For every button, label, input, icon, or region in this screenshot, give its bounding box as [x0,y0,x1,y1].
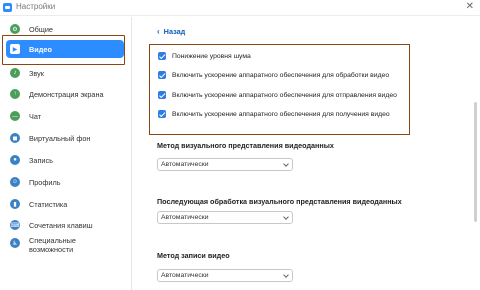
scrollbar[interactable] [474,102,477,222]
back-label: Назад [163,27,186,36]
checkbox-label: Включить ускорение аппаратного обеспечен… [172,110,390,118]
render-method-select[interactable]: Автоматически [157,158,293,171]
checkbox-row[interactable]: Включить ускорение аппаратного обеспечен… [158,91,397,99]
person-background-icon: ◼ [10,133,20,143]
checkbox-row[interactable]: Включить ускорение аппаратного обеспечен… [158,71,389,79]
sidebar-item-label: Чат [29,111,42,121]
chevron-down-icon [283,272,289,278]
select-value: Автоматически [161,272,209,279]
checkbox-label: Включить ускорение аппаратного обеспечен… [172,71,390,79]
sidebar-item-chat[interactable]: … Чат [6,107,124,125]
record-icon: ● [10,155,20,165]
sidebar-item-label: Статистика [29,199,68,209]
video-settings-panel: ‹ Назад Понижение уровня шума Включить у… [133,17,480,290]
checkbox-checked[interactable] [158,52,166,60]
sidebar-item-keyboard-shortcuts[interactable]: ⌨ Сочетания клавиш [6,216,124,234]
capture-method-label: Метод записи видео [157,251,230,260]
chevron-down-icon [283,161,289,167]
zoom-app-icon [3,3,12,12]
checkbox-row[interactable]: Понижение уровня шума [158,52,251,60]
gear-icon: ⚙ [10,24,20,34]
sidebar-item-statistics[interactable]: ▮ Статистика [6,195,124,213]
window-title: Настройки [16,2,56,11]
sidebar-item-audio[interactable]: ♪ Звук [6,64,124,82]
sidebar-item-label: Виртуальный фон [29,133,91,143]
checkbox-label: Включить ускорение аппаратного обеспечен… [172,91,397,99]
sidebar-item-label: Сочетания клавиш [29,220,93,230]
sidebar-item-label: Звук [29,68,44,78]
sidebar-item-accessibility[interactable]: ♿ Специальные возможности [6,235,86,259]
chat-icon: … [10,111,20,121]
close-icon[interactable]: ✕ [466,1,474,13]
accessibility-icon: ♿ [10,238,20,248]
render-method-label: Метод визуального представления видеодан… [157,141,334,150]
keyboard-icon: ⌨ [10,220,20,230]
sidebar-item-label: Специальные возможности [29,236,76,254]
statistics-icon: ▮ [10,199,20,209]
checkbox-label: Понижение уровня шума [172,52,251,60]
checkbox-checked[interactable] [158,110,166,118]
headphones-icon: ♪ [10,68,20,78]
select-value: Автоматически [161,161,209,168]
post-processing-label: Последующая обработка визуального предст… [157,197,402,206]
chevron-left-icon: ‹ [157,27,160,36]
post-processing-select[interactable]: Автоматически [157,211,293,224]
sidebar-item-label: Профиль [29,177,61,187]
checkbox-row[interactable]: Включить ускорение аппаратного обеспечен… [158,110,390,118]
profile-icon: ☺ [10,177,20,187]
screen-share-icon: ↑ [10,89,20,99]
title-bar: Настройки ✕ [0,0,480,16]
settings-window: Настройки ✕ ⚙ Общие ▶ Видео ♪ Звук ↑ Дем… [0,0,480,290]
video-item-highlight [2,35,125,65]
checkbox-checked[interactable] [158,71,166,79]
sidebar-item-virtual-background[interactable]: ◼ Виртуальный фон [6,129,124,147]
sidebar-item-recording[interactable]: ● Запись [6,151,124,169]
back-link[interactable]: ‹ Назад [157,27,185,36]
sidebar-item-label: Демонстрация экрана [29,89,104,99]
sidebar-item-label: Запись [29,155,53,165]
sidebar-item-screen-share[interactable]: ↑ Демонстрация экрана [6,85,124,103]
sidebar-item-label: Общие [29,24,53,34]
sidebar-item-profile[interactable]: ☺ Профиль [6,173,124,191]
hardware-acceleration-highlight: Понижение уровня шума Включить ускорение… [149,44,410,135]
select-value: Автоматически [161,214,209,221]
capture-method-select[interactable]: Автоматически [157,269,293,282]
chevron-down-icon [283,214,289,220]
checkbox-checked[interactable] [158,91,166,99]
